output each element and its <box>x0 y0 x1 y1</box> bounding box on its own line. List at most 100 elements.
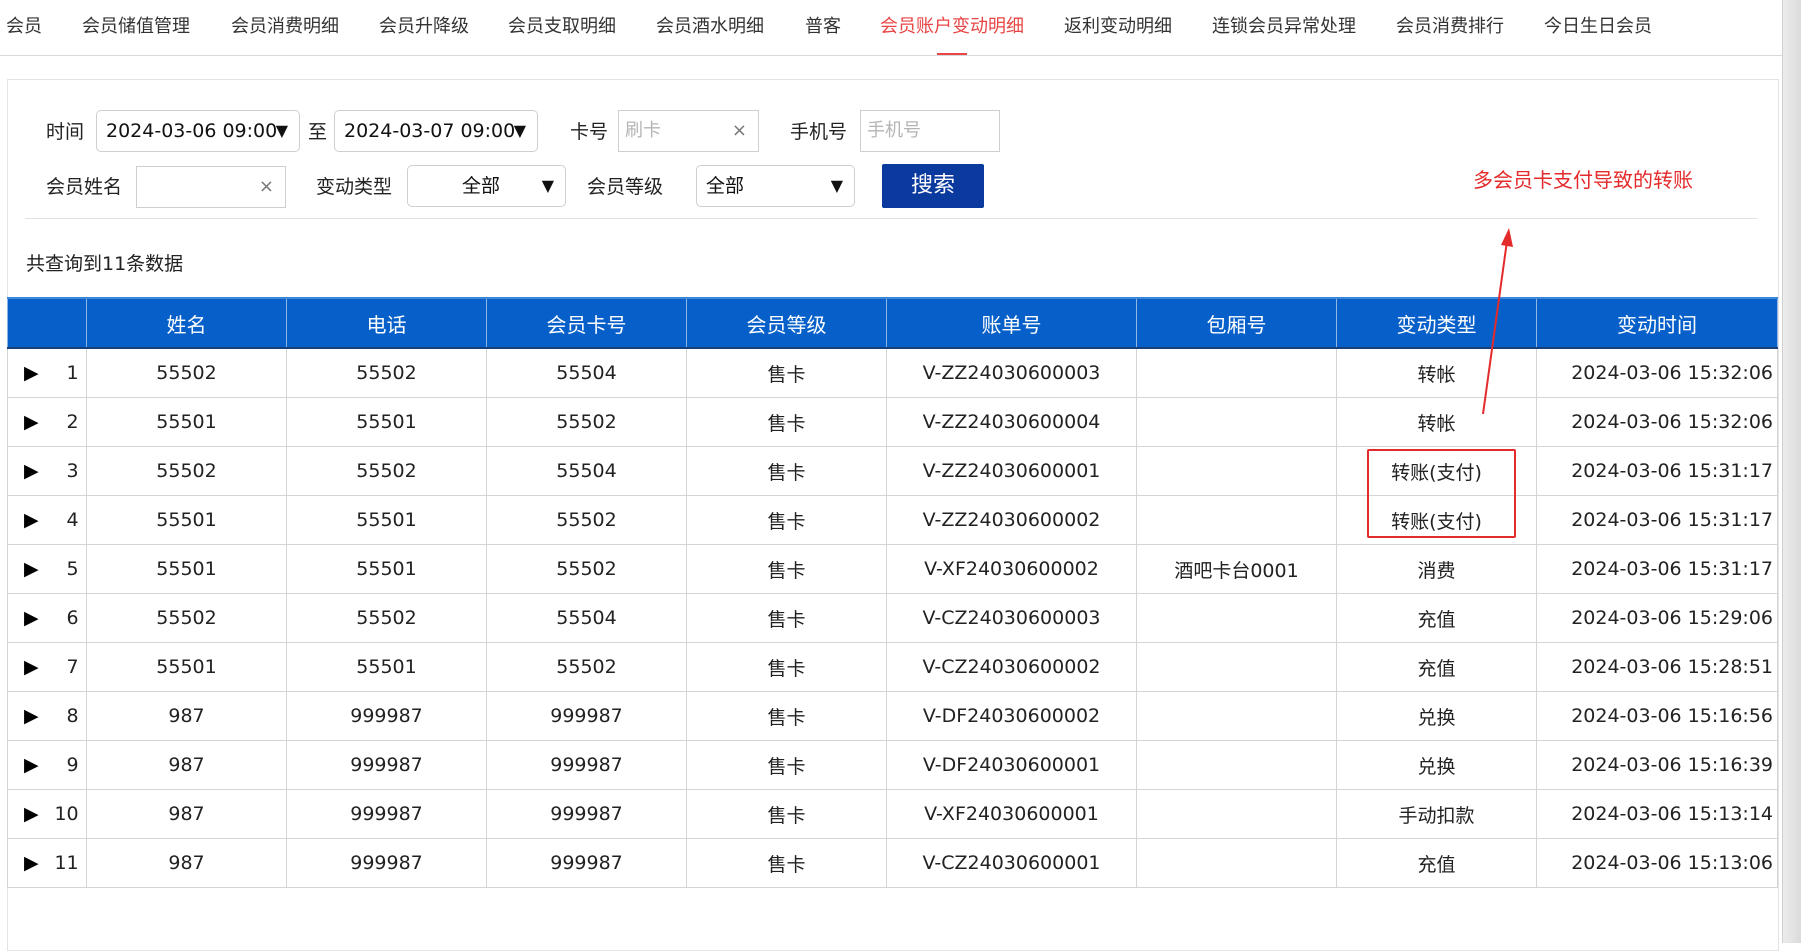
cell-level: 售卡 <box>686 838 887 888</box>
table-row[interactable]: ▶ 10 987 999987 999987 售卡 V-XF24030600001 手动扣款 2… <box>7 789 1778 839</box>
expand-row-icon[interactable]: ▶ <box>24 411 39 433</box>
expand-row-icon[interactable]: ▶ <box>24 509 39 531</box>
cell-bill: V-ZZ24030600002 <box>886 495 1137 545</box>
row-number: 2 <box>66 411 79 433</box>
cell-type: 充值 <box>1336 593 1537 643</box>
expand-row-icon[interactable]: ▶ <box>24 754 39 776</box>
expand-row-icon[interactable]: ▶ <box>24 607 39 629</box>
col-header-time[interactable]: 变动时间 <box>1536 297 1778 349</box>
tab-account-changes[interactable]: 会员账户变动明细 <box>880 0 1024 55</box>
tab-birthday-today[interactable]: 今日生日会员 <box>1544 0 1652 55</box>
tab-member[interactable]: 会员 <box>6 0 42 55</box>
cell-phone: 55502 <box>286 593 487 643</box>
cell-card: 999987 <box>486 838 687 888</box>
col-header-level[interactable]: 会员等级 <box>686 297 887 349</box>
row-expand-cell[interactable]: ▶ 11 <box>7 838 87 888</box>
table-row[interactable]: ▶ 3 55502 55502 55504 售卡 V-ZZ24030600001 转账(支付)… <box>7 446 1778 496</box>
end-time-select[interactable]: 2024-03-07 09:00 ▼ <box>334 110 538 152</box>
cell-name: 987 <box>86 691 287 741</box>
page-scrollbar[interactable] <box>1782 0 1801 943</box>
active-tab-underline <box>937 53 967 55</box>
clear-icon[interactable]: × <box>732 111 747 151</box>
tab-member-level-change[interactable]: 会员升降级 <box>379 0 469 55</box>
row-expand-cell[interactable]: ▶ 2 <box>7 397 87 447</box>
expand-row-icon[interactable]: ▶ <box>24 852 39 874</box>
card-placeholder: 刷卡 <box>625 120 661 141</box>
tab-consumption-ranking[interactable]: 会员消费排行 <box>1396 0 1504 55</box>
cell-level: 售卡 <box>686 642 887 692</box>
member-level-value: 全部 <box>706 175 745 197</box>
member-level-select[interactable]: 全部 ▼ <box>696 165 855 207</box>
clear-icon[interactable]: × <box>259 167 274 207</box>
cell-room <box>1136 593 1337 643</box>
chevron-down-icon: ▼ <box>513 121 526 140</box>
cell-phone: 55501 <box>286 495 487 545</box>
cell-level: 售卡 <box>686 593 887 643</box>
table-header-row: 姓名 电话 会员卡号 会员等级 账单号 包厢号 变动类型 变动时间 <box>7 297 1778 349</box>
tab-chain-exceptions[interactable]: 连锁会员异常处理 <box>1212 0 1356 55</box>
table-row[interactable]: ▶ 4 55501 55501 55502 售卡 V-ZZ24030600002 转账(支付)… <box>7 495 1778 545</box>
tab-member-drinks[interactable]: 会员酒水明细 <box>656 0 764 55</box>
table-row[interactable]: ▶ 9 987 999987 999987 售卡 V-DF24030600001 兑换 2024… <box>7 740 1778 790</box>
table-row[interactable]: ▶ 11 987 999987 999987 售卡 V-CZ24030600001 充值 202… <box>7 838 1778 888</box>
table-row[interactable]: ▶ 7 55501 55501 55502 售卡 V-CZ24030600002 充值 2024… <box>7 642 1778 692</box>
row-expand-cell[interactable]: ▶ 10 <box>7 789 87 839</box>
row-expand-cell[interactable]: ▶ 5 <box>7 544 87 594</box>
cell-name: 55501 <box>86 495 287 545</box>
col-header-phone[interactable]: 电话 <box>286 297 487 349</box>
phone-input[interactable]: 手机号 <box>860 110 1000 152</box>
table-row[interactable]: ▶ 6 55502 55502 55504 售卡 V-CZ24030600003 充值 2024… <box>7 593 1778 643</box>
col-header-type[interactable]: 变动类型 <box>1336 297 1537 349</box>
cell-name: 987 <box>86 838 287 888</box>
row-expand-cell[interactable]: ▶ 9 <box>7 740 87 790</box>
col-header-card[interactable]: 会员卡号 <box>486 297 687 349</box>
expand-row-icon[interactable]: ▶ <box>24 803 39 825</box>
cell-level: 售卡 <box>686 495 887 545</box>
row-number: 8 <box>66 705 79 727</box>
table-row[interactable]: ▶ 2 55501 55501 55502 售卡 V-ZZ24030600004 转帐 2024… <box>7 397 1778 447</box>
expand-row-icon[interactable]: ▶ <box>24 656 39 678</box>
search-button[interactable]: 搜索 <box>882 164 984 208</box>
member-name-label: 会员姓名 <box>46 176 123 198</box>
start-time-select[interactable]: 2024-03-06 09:00 ▼ <box>96 110 300 152</box>
row-expand-cell[interactable]: ▶ 1 <box>7 347 87 398</box>
cell-card: 999987 <box>486 740 687 790</box>
row-expand-cell[interactable]: ▶ 4 <box>7 495 87 545</box>
tab-member-deposit[interactable]: 会员储值管理 <box>82 0 190 55</box>
cell-name: 55502 <box>86 593 287 643</box>
cell-room <box>1136 838 1337 888</box>
row-expand-cell[interactable]: ▶ 6 <box>7 593 87 643</box>
cell-bill: V-DF24030600002 <box>886 691 1137 741</box>
cell-time: 2024-03-06 15:31:17 <box>1536 495 1778 545</box>
start-time-value: 2024-03-06 09:00 <box>106 120 278 142</box>
cell-level: 售卡 <box>686 544 887 594</box>
member-name-input[interactable]: × <box>136 166 286 208</box>
cell-type: 充值 <box>1336 642 1537 692</box>
col-header-bill[interactable]: 账单号 <box>886 297 1137 349</box>
table-row[interactable]: ▶ 5 55501 55501 55502 售卡 V-XF24030600002 酒吧卡台00… <box>7 544 1778 594</box>
cell-room <box>1136 789 1337 839</box>
expand-row-icon[interactable]: ▶ <box>24 558 39 580</box>
cell-room <box>1136 495 1337 545</box>
expand-row-icon[interactable]: ▶ <box>24 362 39 384</box>
cell-time: 2024-03-06 15:31:17 <box>1536 446 1778 496</box>
table-row[interactable]: ▶ 1 55502 55502 55504 售卡 V-ZZ24030600003 转帐 2024… <box>7 347 1778 398</box>
row-expand-cell[interactable]: ▶ 7 <box>7 642 87 692</box>
row-expand-cell[interactable]: ▶ 3 <box>7 446 87 496</box>
expand-row-icon[interactable]: ▶ <box>24 460 39 482</box>
col-header-name[interactable]: 姓名 <box>86 297 287 349</box>
cell-time: 2024-03-06 15:32:06 <box>1536 347 1778 398</box>
tab-member-withdraw[interactable]: 会员支取明细 <box>508 0 616 55</box>
change-type-select[interactable]: 全部 ▼ <box>407 165 566 207</box>
cell-phone: 999987 <box>286 691 487 741</box>
cell-time: 2024-03-06 15:16:56 <box>1536 691 1778 741</box>
cell-phone: 55502 <box>286 446 487 496</box>
tab-regular-guest[interactable]: 普客 <box>805 0 841 55</box>
table-row[interactable]: ▶ 8 987 999987 999987 售卡 V-DF24030600002 兑换 2024… <box>7 691 1778 741</box>
tab-rebate-changes[interactable]: 返利变动明细 <box>1064 0 1172 55</box>
row-expand-cell[interactable]: ▶ 8 <box>7 691 87 741</box>
tab-member-consumption[interactable]: 会员消费明细 <box>231 0 339 55</box>
expand-row-icon[interactable]: ▶ <box>24 705 39 727</box>
col-header-room[interactable]: 包厢号 <box>1136 297 1337 349</box>
card-number-input[interactable]: 刷卡 × <box>618 110 759 152</box>
